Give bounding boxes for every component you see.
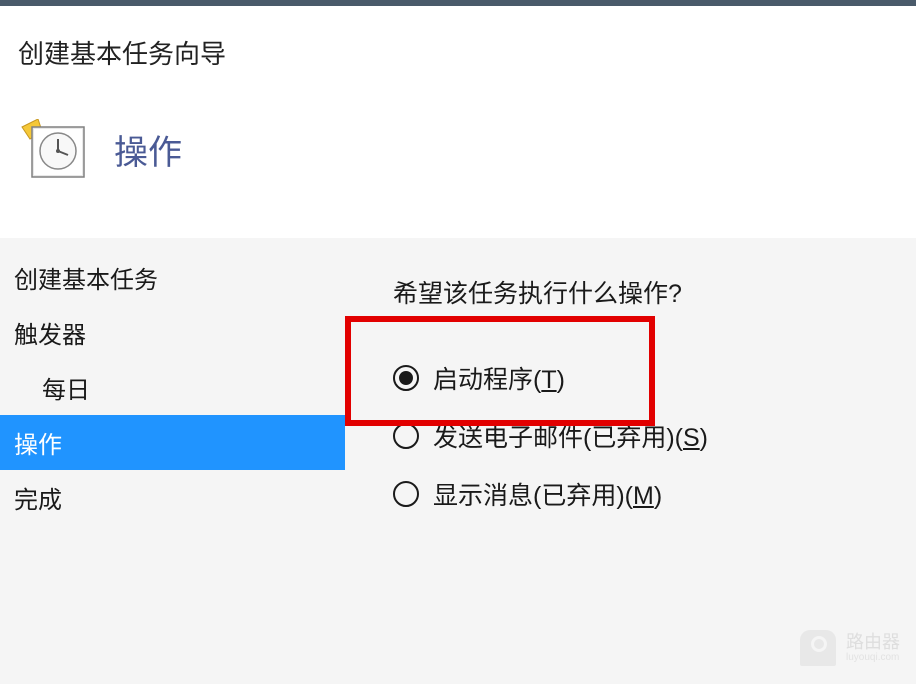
radio-icon: [393, 481, 419, 507]
header-section: 创建基本任务向导 操作: [0, 6, 916, 238]
radio-label: 启动程序(T): [433, 360, 565, 396]
icon-title-row: 操作: [20, 119, 916, 179]
radio-hotkey: S: [683, 424, 700, 452]
scheduler-icon: [20, 119, 86, 179]
radio-hotkey: T: [541, 366, 556, 394]
wizard-title: 创建基本任务向导: [18, 34, 916, 71]
step-title: 操作: [114, 125, 182, 174]
radio-label-pre: 发送电子邮件(已弃用)(: [433, 424, 683, 452]
watermark-main: 路由器: [846, 633, 900, 653]
watermark-lock-icon: [800, 630, 836, 666]
main-area: 创建基本任务 触发器 每日 操作 完成 希望该任务执行什么操作? 启动程序(T)…: [0, 238, 916, 684]
radio-label-pre: 启动程序(: [433, 366, 541, 394]
watermark-text: 路由器 luyouqi.com: [846, 633, 900, 664]
radio-group: 启动程序(T) 发送电子邮件(已弃用)(S) 显示消息(已弃用)(M): [393, 360, 916, 512]
radio-option-display-message[interactable]: 显示消息(已弃用)(M): [393, 476, 916, 512]
sidebar: 创建基本任务 触发器 每日 操作 完成: [0, 238, 345, 684]
content-area: 希望该任务执行什么操作? 启动程序(T) 发送电子邮件(已弃用)(S) 显示消息…: [345, 238, 916, 684]
sidebar-item-create-task[interactable]: 创建基本任务: [0, 250, 345, 305]
radio-icon: [393, 423, 419, 449]
radio-label-post: ): [700, 424, 708, 452]
radio-icon: [393, 365, 419, 391]
radio-option-send-email[interactable]: 发送电子邮件(已弃用)(S): [393, 418, 916, 454]
question-text: 希望该任务执行什么操作?: [393, 274, 916, 310]
radio-label: 发送电子邮件(已弃用)(S): [433, 418, 708, 454]
sidebar-item-action[interactable]: 操作: [0, 415, 345, 470]
sidebar-item-daily[interactable]: 每日: [0, 360, 345, 415]
watermark-sub: luyouqi.com: [846, 652, 900, 663]
radio-label-pre: 显示消息(已弃用)(: [433, 482, 633, 510]
radio-label-post: ): [654, 482, 662, 510]
radio-label-post: ): [557, 366, 565, 394]
sidebar-item-finish[interactable]: 完成: [0, 470, 345, 525]
watermark: 路由器 luyouqi.com: [800, 630, 900, 666]
radio-hotkey: M: [633, 482, 654, 510]
sidebar-item-trigger[interactable]: 触发器: [0, 305, 345, 360]
radio-label: 显示消息(已弃用)(M): [433, 476, 662, 512]
radio-option-start-program[interactable]: 启动程序(T): [393, 360, 916, 396]
